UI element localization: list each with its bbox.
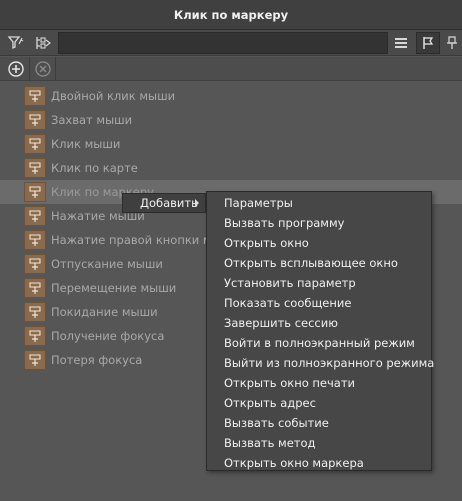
event-marker-icon <box>24 206 46 226</box>
event-marker-icon <box>24 278 46 298</box>
submenu-item[interactable]: Вызвать метод <box>207 433 431 453</box>
tree-item-label: Клик мыши <box>51 137 121 151</box>
submenu-item[interactable]: Открыть адрес <box>207 393 431 413</box>
tree-item-label: Потеря фокуса <box>51 353 143 367</box>
window-title: Клик по маркеру <box>0 0 462 30</box>
submenu-item[interactable]: Открыть окно <box>207 233 431 253</box>
tree-item-label: Двойной клик мыши <box>51 89 176 103</box>
tree-item[interactable]: Двойной клик мыши <box>0 84 462 108</box>
tree-item-label: Клик по карте <box>51 161 138 175</box>
submenu-item[interactable]: Установить параметр <box>207 273 431 293</box>
event-marker-icon <box>24 302 46 322</box>
event-marker-icon <box>24 350 46 370</box>
tree-item[interactable]: Клик мыши <box>0 132 462 156</box>
tree-item-label: Покидание мыши <box>51 305 158 319</box>
event-marker-icon <box>24 230 46 250</box>
submenu-arrow-icon <box>195 199 199 207</box>
event-marker-icon <box>24 158 46 178</box>
add-icon[interactable] <box>5 59 27 79</box>
submenu-item[interactable]: Открыть всплывающее окно <box>207 253 431 273</box>
event-marker-icon <box>24 182 46 202</box>
event-marker-icon <box>24 254 46 274</box>
flag-icon[interactable] <box>416 32 440 54</box>
context-menu-add[interactable]: Добавить <box>122 193 206 213</box>
events-window: Клик по маркеру Двойной клик мыши Захват… <box>0 0 462 501</box>
tree-item-label: Перемещение мыши <box>51 281 177 295</box>
submenu-item[interactable]: Показать сообщение <box>207 293 431 313</box>
submenu-item[interactable]: Вызвать событие <box>207 413 431 433</box>
submenu-item[interactable]: Открыть окно маркера <box>207 453 431 473</box>
event-marker-icon <box>24 110 46 130</box>
pin-icon[interactable] <box>443 32 461 54</box>
event-marker-icon <box>24 134 46 154</box>
submenu-item[interactable]: Выйти из полноэкранного режима <box>207 353 434 373</box>
event-marker-icon <box>24 326 46 346</box>
submenu-item[interactable]: Завершить сессию <box>207 313 431 333</box>
submenu-item[interactable]: Войти в полноэкранный режим <box>207 333 431 353</box>
submenu-item[interactable]: Открыть окно печати <box>207 373 431 393</box>
submenu-item[interactable]: Вызвать программу <box>207 213 431 233</box>
search-input[interactable] <box>58 32 388 54</box>
tree-item[interactable]: Захват мыши <box>0 108 462 132</box>
context-menu-add-label: Добавить <box>140 196 198 210</box>
tree-item[interactable]: Клик по карте <box>0 156 462 180</box>
toolbar <box>0 30 462 56</box>
tree-item-label: Отпускание мыши <box>51 257 163 271</box>
submenu-item[interactable]: Параметры <box>207 193 431 213</box>
filter-icon[interactable] <box>4 32 28 54</box>
secondary-toolbar <box>0 57 462 81</box>
tree-item-label: Получение фокуса <box>51 329 165 343</box>
add-submenu: Параметры Вызвать программу Открыть окно От… <box>206 191 434 473</box>
remove-icon[interactable] <box>32 59 54 79</box>
list-view-icon[interactable] <box>389 32 413 54</box>
expand-icon[interactable] <box>31 32 55 54</box>
tree-item-label: Захват мыши <box>51 113 133 127</box>
event-marker-icon <box>24 86 46 106</box>
